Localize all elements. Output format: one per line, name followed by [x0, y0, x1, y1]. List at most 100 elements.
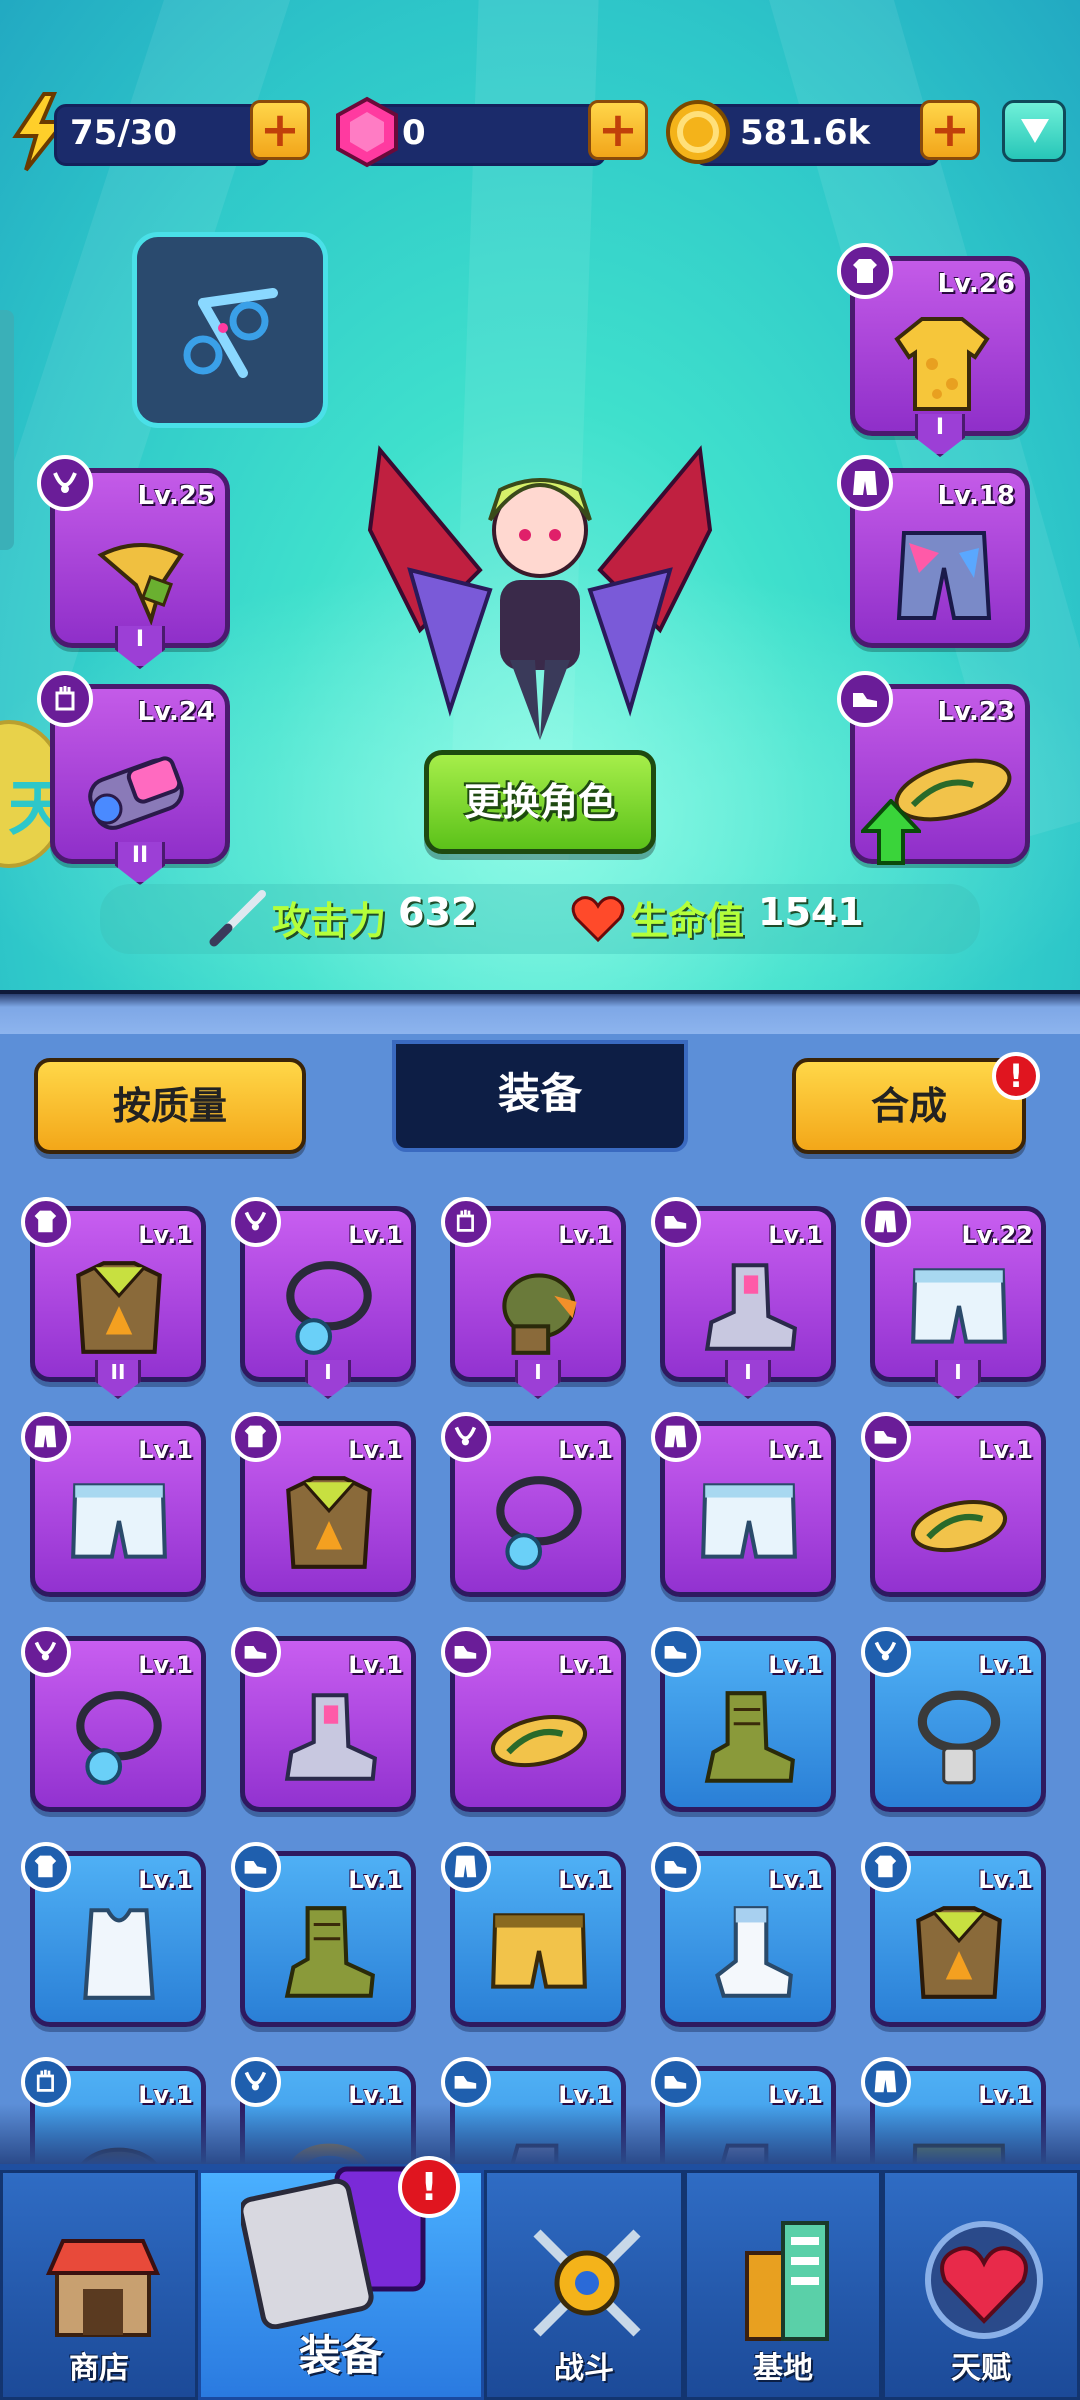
shoes-badge-icon — [651, 1197, 701, 1247]
nav-tab-base[interactable]: 基地 — [684, 2170, 882, 2400]
white-shorts-icon — [71, 1483, 167, 1559]
white-shorts-icon — [701, 1483, 797, 1559]
vip-button[interactable] — [1002, 100, 1066, 162]
merge-button[interactable]: 合成 — [792, 1058, 1026, 1154]
rank-tab: I — [305, 1360, 351, 1399]
nav-label-equipment: 装备 — [298, 2331, 383, 2380]
coin-icon — [666, 100, 730, 164]
inventory-item-white-shorts[interactable]: Lv.1 — [21, 1412, 206, 1597]
side-drawer-handle[interactable] — [0, 310, 14, 550]
inventory-item-armor-vest[interactable]: Lv.1 — [231, 1412, 416, 1597]
add-coins-button[interactable]: + — [920, 100, 980, 160]
tech-boot-icon — [284, 1693, 377, 1781]
level-label: Lv.1 — [138, 1651, 193, 1679]
level-label: Lv.1 — [558, 1651, 613, 1679]
inventory-item-white-sock[interactable]: Lv.1 — [651, 1842, 836, 2027]
equipped-pants-slot[interactable]: Lv.18 — [837, 455, 1030, 648]
inventory-item-pendant-necklace[interactable]: Lv.1 I — [231, 1197, 416, 1399]
inventory-item-flip-flop[interactable]: Lv.1 — [441, 1627, 626, 1812]
equipped-shirt-slot[interactable]: Lv.26 I — [837, 243, 1030, 457]
nav-tab-battle[interactable]: 战斗 — [484, 2170, 684, 2400]
flip-flop-icon — [910, 1500, 1008, 1553]
inventory-item-dog-tag-necklace[interactable]: Lv.1 — [861, 1627, 1046, 1812]
inventory-item-pendant-necklace[interactable]: Lv.1 — [21, 1627, 206, 1812]
level-label: Lv.22 — [961, 1221, 1034, 1249]
shop-icon — [45, 2239, 161, 2337]
inventory-item-tech-boot[interactable]: Lv.1 I — [651, 1197, 836, 1399]
level-label: Lv.1 — [768, 1436, 823, 1464]
rank-tab: I — [935, 1360, 981, 1399]
necklace-badge-icon — [441, 1412, 491, 1462]
equipped-necklace-slot[interactable]: Lv.25 I — [37, 455, 230, 669]
pants-badge-icon — [861, 2057, 911, 2107]
yellow-shorts-icon — [491, 1913, 587, 1989]
rank-tab: I — [725, 1360, 771, 1399]
shoes-badge-icon — [441, 1627, 491, 1677]
shoes-badge-icon — [231, 1627, 281, 1677]
nav-tab-talent[interactable]: 天赋 — [882, 2170, 1080, 2400]
level-label: Lv.1 — [558, 1436, 613, 1464]
gauntlet-icon — [88, 756, 184, 830]
sword-icon — [209, 890, 266, 947]
level-label: Lv.1 — [768, 1651, 823, 1679]
attack-value: 632 — [398, 890, 478, 934]
inventory-item-tank-top[interactable]: Lv.1 — [21, 1842, 206, 2027]
combat-boot-icon — [704, 1691, 795, 1783]
armor-vest-icon — [76, 1261, 162, 1354]
shirt-badge-icon — [231, 1412, 281, 1462]
energy-value: 75/30 — [70, 113, 178, 153]
gem-icon — [336, 96, 398, 168]
level-label: Lv.1 — [978, 1436, 1033, 1464]
necklace-badge-icon — [231, 2057, 281, 2107]
inventory-item-white-shorts[interactable]: Lv.22 I — [861, 1197, 1046, 1399]
inventory-item-tech-boot[interactable]: Lv.1 — [231, 1627, 416, 1812]
shoes-badge-icon — [651, 2057, 701, 2107]
equipped-shoes-slot[interactable]: Lv.23 — [837, 671, 1030, 865]
inventory-item-pendant-necklace[interactable]: Lv.1 — [441, 1412, 626, 1597]
shoes-badge-icon — [651, 1842, 701, 1892]
add-gems-button[interactable]: + — [588, 100, 648, 160]
weapon-slot[interactable] — [132, 232, 328, 428]
equipment-alert-badge: ! — [398, 2156, 460, 2218]
armor-vest-icon — [286, 1476, 372, 1569]
pendant-necklace-icon — [286, 1261, 372, 1355]
nav-label-battle: 战斗 — [554, 2351, 614, 2386]
shoes-badge-icon — [231, 1842, 281, 1892]
sort-by-quality-button[interactable]: 按质量 — [34, 1058, 306, 1154]
scroll-fade — [0, 2104, 1080, 2164]
change-character-button[interactable]: 更换角色 — [424, 750, 656, 854]
nav-label-base: 基地 — [753, 2351, 813, 2386]
inventory-item-boxing-glove[interactable]: Lv.1 I — [441, 1197, 626, 1399]
combat-boot-icon — [284, 1906, 375, 1998]
inventory-item-yellow-shorts[interactable]: Lv.1 — [441, 1842, 626, 2027]
inventory-item-combat-boot[interactable]: Lv.1 — [651, 1627, 836, 1812]
nav-label-shop: 商店 — [69, 2351, 129, 2386]
gem-value: 0 — [402, 113, 426, 153]
level-label: Lv.1 — [558, 1866, 613, 1894]
level-label: Lv.1 — [138, 1436, 193, 1464]
add-energy-button[interactable]: + — [250, 100, 310, 160]
hp-value: 1541 — [758, 890, 864, 934]
level-label: Lv.1 — [978, 1651, 1033, 1679]
panel-divider — [0, 990, 1080, 1038]
inventory-item-armor-vest[interactable]: Lv.1 — [861, 1842, 1046, 2027]
character-figure[interactable] — [360, 410, 720, 750]
nav-tab-shop[interactable]: 商店 — [0, 2170, 198, 2400]
inventory-item-flip-flop[interactable]: Lv.1 — [861, 1412, 1046, 1597]
level-label: Lv.1 — [348, 1866, 403, 1894]
equipped-gloves-slot[interactable]: Lv.24 II — [37, 671, 230, 885]
inventory-item-armor-vest[interactable]: Lv.1 II — [21, 1197, 206, 1399]
hawaiian-shirt-icon — [894, 317, 990, 411]
inventory-item-combat-boot[interactable]: Lv.1 — [231, 1842, 416, 2027]
tank-top-icon — [83, 1908, 155, 2000]
level-label: Lv.1 — [558, 1221, 613, 1249]
necklace-badge-icon — [861, 1627, 911, 1677]
glove-badge-icon — [37, 671, 93, 727]
level-label: Lv.23 — [937, 697, 1015, 727]
level-label: Lv.1 — [978, 1866, 1033, 1894]
merge-label: 合成 — [870, 1084, 947, 1128]
scarf-icon — [97, 543, 184, 625]
equipment-title: 装备 — [497, 1069, 582, 1118]
attack-label: 攻击力 — [272, 899, 387, 943]
inventory-item-white-shorts[interactable]: Lv.1 — [651, 1412, 836, 1597]
